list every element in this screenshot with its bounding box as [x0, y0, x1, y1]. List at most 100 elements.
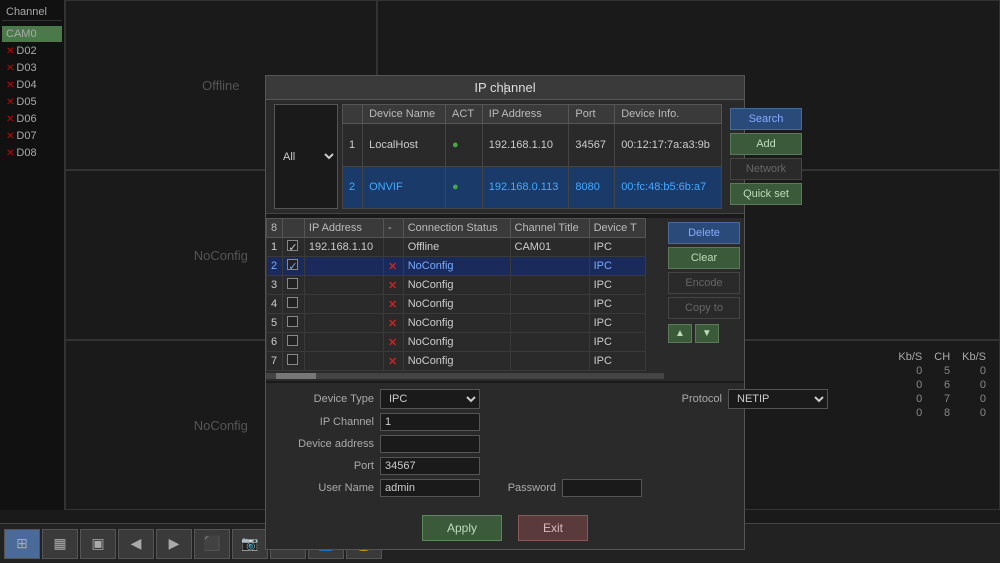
- device-address-label: Device address: [274, 438, 374, 450]
- sidebar-item-cam0[interactable]: CAM0: [2, 26, 62, 42]
- sidebar-item-d05[interactable]: ✕D05: [2, 94, 62, 110]
- ch-num: 5: [267, 314, 283, 333]
- kbs-header-2: Kb/S: [956, 350, 992, 364]
- apply-button[interactable]: Apply: [422, 515, 502, 541]
- ip-channel-input[interactable]: [380, 413, 480, 431]
- ch-check: ✓: [283, 257, 305, 276]
- sidebar-label-2: D03: [16, 62, 36, 74]
- encode-button: Encode: [668, 272, 740, 294]
- d-name: ONVIF: [363, 166, 446, 209]
- ch-xmark: ✕: [384, 276, 404, 295]
- ch-xmark: ✕: [384, 295, 404, 314]
- down-arrow-button[interactable]: ▼: [695, 324, 719, 343]
- search-type-dropdown[interactable]: All ONVIF IPC: [274, 104, 338, 209]
- add-button[interactable]: Add: [730, 133, 802, 155]
- x-mark: ✕: [388, 261, 397, 273]
- protocol-row: Protocol NETIP ONVIF: [662, 389, 828, 409]
- dialog-title: IP channel: [266, 76, 744, 100]
- device-search-table: Device Name ACT IP Address Port Device I…: [342, 104, 722, 209]
- ch-col-dash: -: [384, 219, 404, 238]
- ch-type: IPC: [589, 295, 645, 314]
- d-num: 1: [343, 124, 363, 167]
- ch-xmark: ✕: [384, 314, 404, 333]
- ch-status: NoConfig: [403, 352, 510, 371]
- username-input[interactable]: [380, 479, 480, 497]
- sidebar-item-d04[interactable]: ✕D04: [2, 77, 62, 93]
- exit-button[interactable]: Exit: [518, 515, 588, 541]
- up-arrow-button[interactable]: ▲: [668, 324, 692, 343]
- x-mark: ✕: [388, 299, 397, 311]
- ch-col-title: Channel Title: [510, 219, 589, 238]
- sidebar-label-0: CAM0: [6, 28, 37, 40]
- ch-col-type: Device T: [589, 219, 645, 238]
- channel-table-row[interactable]: 3 ✕ NoConfig IPC: [267, 276, 646, 295]
- port-input[interactable]: [380, 457, 480, 475]
- channel-table-row[interactable]: 7 ✕ NoConfig IPC: [267, 352, 646, 371]
- quick-set-button[interactable]: Quick set: [730, 183, 802, 205]
- kbs-panel: Kb/S CH Kb/S 0 5 0 0 6 0 0 7 0 0 8 0: [892, 350, 992, 420]
- taskbar-btn-4[interactable]: ▶: [156, 529, 192, 559]
- kbs-ch: 6: [928, 378, 956, 392]
- ch-type: IPC: [589, 352, 645, 371]
- password-input[interactable]: [562, 479, 642, 497]
- row-checkbox[interactable]: ✓: [287, 259, 298, 270]
- kbs-ch: 8: [928, 406, 956, 420]
- d-ip: 192.168.0.113: [482, 166, 569, 209]
- ch-num: 1: [267, 238, 283, 257]
- ch-ip: [304, 333, 383, 352]
- kbs-row: 0 7 0: [892, 392, 992, 406]
- sidebar-item-d03[interactable]: ✕D03: [2, 60, 62, 76]
- sidebar-label-3: D04: [16, 79, 36, 91]
- row-checkbox[interactable]: [287, 335, 298, 346]
- protocol-select[interactable]: NETIP ONVIF: [728, 389, 828, 409]
- device-address-input[interactable]: [380, 435, 480, 453]
- channel-table-row[interactable]: 5 ✕ NoConfig IPC: [267, 314, 646, 333]
- sidebar-item-d07[interactable]: ✕D07: [2, 128, 62, 144]
- device-type-select[interactable]: IPC DVR NVR: [380, 389, 480, 409]
- ch-num: 7: [267, 352, 283, 371]
- ch-check: [283, 276, 305, 295]
- taskbar-btn-0[interactable]: ⊞: [4, 529, 40, 559]
- search-button[interactable]: Search: [730, 108, 802, 130]
- taskbar-btn-2[interactable]: ▣: [80, 529, 116, 559]
- taskbar-btn-6[interactable]: 📷: [232, 529, 268, 559]
- taskbar-btn-3[interactable]: ◀: [118, 529, 154, 559]
- channel-table-row[interactable]: 6 ✕ NoConfig IPC: [267, 333, 646, 352]
- device-table-row[interactable]: 2 ONVIF ● 192.168.0.113 8080 00:fc:48:b5…: [343, 166, 722, 209]
- username-row: User Name Password: [274, 479, 642, 497]
- sidebar-title: Channel: [2, 4, 62, 21]
- ch-type: IPC: [589, 333, 645, 352]
- row-checkbox[interactable]: ✓: [287, 240, 298, 251]
- row-checkbox[interactable]: [287, 316, 298, 327]
- ch-xmark: ✕: [384, 257, 404, 276]
- sidebar-item-d02[interactable]: ✕D02: [2, 43, 62, 59]
- noconfig-label-4: NoConfig: [194, 418, 248, 433]
- ch-check: [283, 333, 305, 352]
- channel-table-row[interactable]: 4 ✕ NoConfig IPC: [267, 295, 646, 314]
- ch-title: [510, 276, 589, 295]
- device-table-row[interactable]: 1 LocalHost ● 192.168.1.10 34567 00:12:1…: [343, 124, 722, 167]
- delete-button[interactable]: Delete: [668, 222, 740, 244]
- d-name: LocalHost: [363, 124, 446, 167]
- row-checkbox[interactable]: [287, 297, 298, 308]
- taskbar-btn-5[interactable]: ⬛: [194, 529, 230, 559]
- clear-button[interactable]: Clear: [668, 247, 740, 269]
- channel-table-row[interactable]: 1 ✓ 192.168.1.10 Offline CAM01 IPC: [267, 238, 646, 257]
- x-mark: ✕: [388, 318, 397, 330]
- sidebar-item-d06[interactable]: ✕D06: [2, 111, 62, 127]
- port-label: Port: [274, 460, 374, 472]
- row-checkbox[interactable]: [287, 278, 298, 289]
- channel-scrollbar[interactable]: [266, 373, 664, 379]
- ch-check: ✓: [283, 238, 305, 257]
- channel-table-row[interactable]: 2 ✓ ✕ NoConfig IPC: [267, 257, 646, 276]
- row-checkbox[interactable]: [287, 354, 298, 365]
- sidebar-item-d08[interactable]: ✕D08: [2, 145, 62, 161]
- ip-channel-dialog: IP channel All ONVIF IPC Device Name ACT…: [265, 75, 745, 550]
- ip-channel-row: IP Channel: [274, 413, 642, 431]
- ch-ip: 192.168.1.10: [304, 238, 383, 257]
- ch-title: [510, 295, 589, 314]
- channel-table: 8 IP Address - Connection Status Channel…: [266, 218, 646, 371]
- ch-xmark: ✕: [384, 352, 404, 371]
- username-label: User Name: [274, 482, 374, 494]
- taskbar-btn-1[interactable]: ▦: [42, 529, 78, 559]
